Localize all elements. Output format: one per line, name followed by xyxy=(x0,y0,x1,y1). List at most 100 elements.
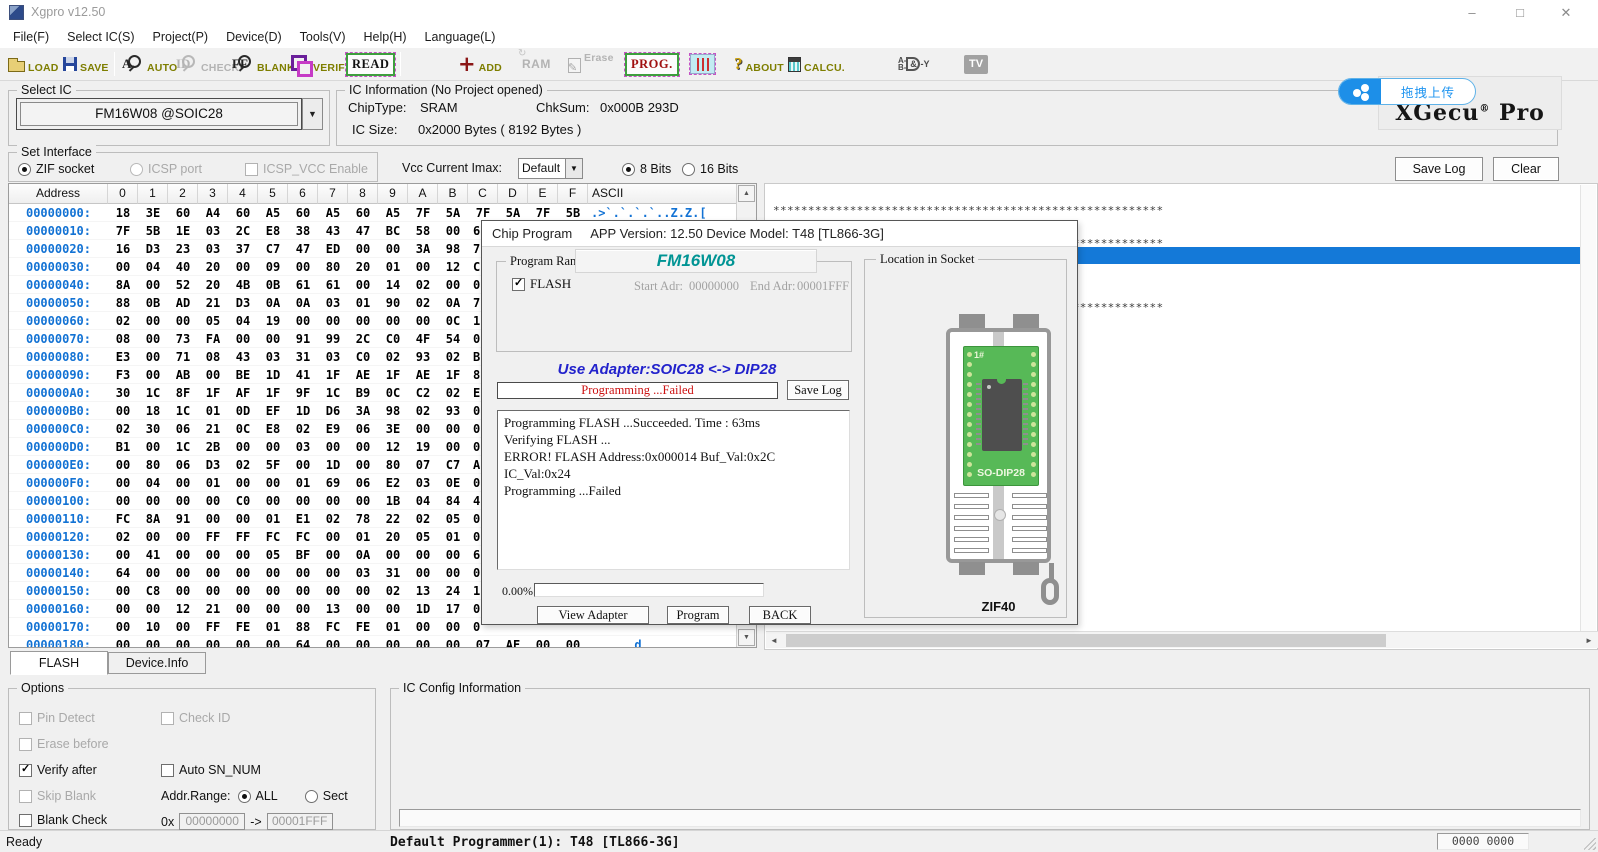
maximize-button[interactable]: □ xyxy=(1503,2,1537,23)
hex-byte[interactable]: ED xyxy=(318,242,348,256)
hex-byte[interactable]: 00 xyxy=(258,638,288,649)
hex-byte[interactable]: 60 xyxy=(348,206,378,220)
hex-byte[interactable]: 47 xyxy=(288,242,318,256)
hex-byte[interactable]: C7 xyxy=(258,242,288,256)
hex-byte[interactable]: F3 xyxy=(108,368,138,382)
hex-byte[interactable]: 08 xyxy=(108,332,138,346)
hex-byte[interactable]: 00 xyxy=(198,368,228,382)
hex-byte[interactable]: 47 xyxy=(348,224,378,238)
hex-byte[interactable]: 93 xyxy=(438,404,468,418)
hex-byte[interactable]: 00 xyxy=(348,458,378,472)
hex-byte[interactable]: 00 xyxy=(528,638,558,649)
hex-byte[interactable]: E9 xyxy=(318,422,348,436)
hex-byte[interactable]: E3 xyxy=(108,350,138,364)
hex-byte[interactable]: D3 xyxy=(138,242,168,256)
hex-byte[interactable]: 00 xyxy=(378,602,408,616)
sect-radio[interactable] xyxy=(305,790,318,803)
hex-byte[interactable]: 00 xyxy=(408,260,438,274)
hex-byte[interactable]: 02 xyxy=(408,512,438,526)
hex-byte[interactable]: 00 xyxy=(438,440,468,454)
hex-byte[interactable]: 0C xyxy=(228,422,258,436)
hex-byte[interactable]: E2 xyxy=(378,476,408,490)
add-button[interactable]: + ADD xyxy=(458,49,502,79)
hex-byte[interactable]: 00 xyxy=(228,548,258,562)
hex-byte[interactable]: 01 xyxy=(198,476,228,490)
hex-byte[interactable]: A4 xyxy=(198,206,228,220)
hex-byte[interactable]: 00 xyxy=(168,584,198,598)
hex-byte[interactable]: 00 xyxy=(378,314,408,328)
blank-button[interactable]: FF BLANK xyxy=(232,49,295,79)
hex-row[interactable]: 00000180:00000000000064000000000007AE000… xyxy=(9,636,737,648)
hex-byte[interactable]: 00 xyxy=(318,494,348,508)
hex-byte[interactable]: 00 xyxy=(108,476,138,490)
hex-byte[interactable]: C8 xyxy=(138,584,168,598)
hex-byte[interactable]: 00 xyxy=(138,566,168,580)
hex-byte[interactable]: 02 xyxy=(378,350,408,364)
hex-byte[interactable]: 37 xyxy=(228,242,258,256)
hex-byte[interactable]: 19 xyxy=(408,440,438,454)
hex-byte[interactable]: 00 xyxy=(168,476,198,490)
hex-byte[interactable]: 01 xyxy=(288,476,318,490)
hex-byte[interactable]: 1F xyxy=(318,368,348,382)
hex-byte[interactable]: 09 xyxy=(258,260,288,274)
hex-byte[interactable]: 02 xyxy=(378,584,408,598)
hex-byte[interactable]: 20 xyxy=(198,260,228,274)
resize-grip[interactable] xyxy=(1584,838,1596,850)
hex-byte[interactable]: 00 xyxy=(108,494,138,508)
hex-byte[interactable]: 1F xyxy=(198,386,228,400)
hex-byte[interactable]: 5A xyxy=(498,206,528,220)
hex-byte[interactable]: A5 xyxy=(258,206,288,220)
clear-button[interactable]: Clear xyxy=(1493,157,1559,181)
hex-byte[interactable]: 00 xyxy=(138,638,168,649)
hex-byte[interactable]: 3A xyxy=(408,242,438,256)
hex-byte[interactable]: 04 xyxy=(138,476,168,490)
zif-socket-radio[interactable]: ZIF socket xyxy=(18,162,94,176)
hex-byte[interactable]: 00 xyxy=(228,566,258,580)
hex-byte[interactable]: 03 xyxy=(288,440,318,454)
hex-byte[interactable]: 0D xyxy=(228,404,258,418)
hex-byte[interactable]: 73 xyxy=(168,332,198,346)
hex-byte[interactable]: 7F xyxy=(468,206,498,220)
hex-byte[interactable]: FF xyxy=(198,620,228,634)
hex-byte[interactable]: 90 xyxy=(378,296,408,310)
hex-byte[interactable]: 00 xyxy=(228,476,258,490)
menu-item-toolsv[interactable]: Tools(V) xyxy=(291,30,355,44)
hex-byte[interactable]: 00 xyxy=(138,368,168,382)
hex-byte[interactable]: C0 xyxy=(378,332,408,346)
dialog-log-area[interactable]: Programming FLASH ...Succeeded. Time : 6… xyxy=(497,410,850,570)
hex-byte[interactable]: 00 xyxy=(198,548,228,562)
hex-byte[interactable]: 00 xyxy=(258,602,288,616)
hex-byte[interactable]: 03 xyxy=(198,224,228,238)
hex-byte[interactable]: 01 xyxy=(198,404,228,418)
hex-byte[interactable]: 00 xyxy=(138,278,168,292)
hex-byte[interactable]: 0B xyxy=(258,278,288,292)
hex-byte[interactable]: 05 xyxy=(258,548,288,562)
hex-byte[interactable]: 20 xyxy=(378,530,408,544)
tab-flash[interactable]: FLASH xyxy=(10,651,108,675)
hex-byte[interactable]: C7 xyxy=(438,458,468,472)
hex-byte[interactable]: 12 xyxy=(438,260,468,274)
hex-byte[interactable]: 00 xyxy=(438,566,468,580)
hex-byte[interactable]: 00 xyxy=(228,602,258,616)
hex-byte[interactable]: 1D xyxy=(258,368,288,382)
hex-byte[interactable]: 00 xyxy=(318,314,348,328)
hex-byte[interactable]: 80 xyxy=(378,458,408,472)
hex-byte[interactable]: 18 xyxy=(138,404,168,418)
hex-byte[interactable]: 06 xyxy=(168,458,198,472)
hex-byte[interactable]: 00 xyxy=(168,494,198,508)
hex-byte[interactable]: 17 xyxy=(438,602,468,616)
hex-byte[interactable]: E8 xyxy=(258,422,288,436)
hex-byte[interactable]: 00 xyxy=(138,350,168,364)
menu-item-selectics[interactable]: Select IC(S) xyxy=(58,30,143,44)
hex-byte[interactable]: 00 xyxy=(318,548,348,562)
hex-byte[interactable]: 93 xyxy=(408,350,438,364)
tv-button[interactable]: TV xyxy=(964,49,988,79)
hex-byte[interactable]: 00 xyxy=(168,638,198,649)
hex-byte[interactable]: 52 xyxy=(168,278,198,292)
hex-byte[interactable]: 1F xyxy=(258,386,288,400)
hex-byte[interactable]: 9F xyxy=(288,386,318,400)
hex-byte[interactable]: 00 xyxy=(168,530,198,544)
hex-byte[interactable]: 8F xyxy=(168,386,198,400)
hex-byte[interactable]: 02 xyxy=(438,350,468,364)
hex-byte[interactable]: 07 xyxy=(408,458,438,472)
